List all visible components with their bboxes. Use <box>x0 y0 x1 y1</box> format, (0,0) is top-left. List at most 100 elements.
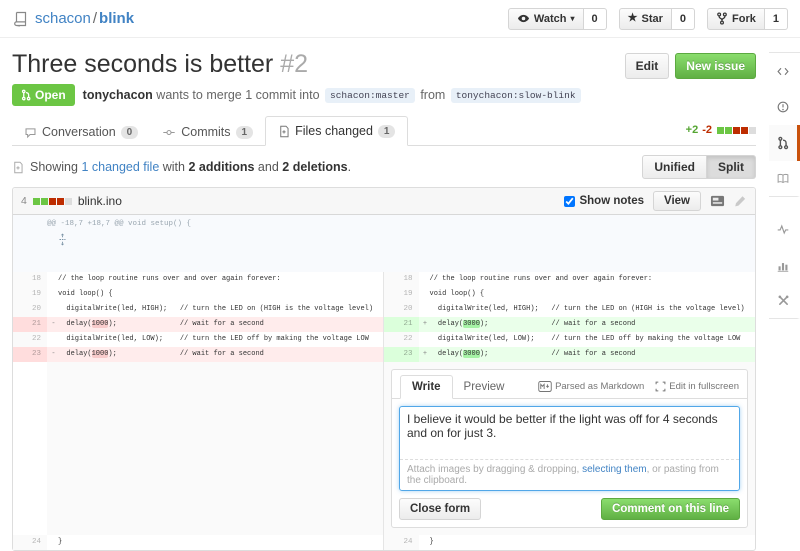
new-line-number[interactable]: 23 <box>384 347 419 362</box>
diff-row: 19 void loop() { 19 void loop() { <box>13 287 755 302</box>
rail-issues-icon[interactable] <box>769 89 800 125</box>
new-line-number[interactable]: 24 <box>384 535 419 550</box>
tab-conversation[interactable]: Conversation 0 <box>12 118 150 146</box>
old-code-line: // the loop routine runs over and over a… <box>47 272 384 287</box>
unified-view-button[interactable]: Unified <box>642 155 707 179</box>
added-code-line: + delay(3000); // wait for a second <box>419 317 756 332</box>
page-title: Three seconds is better #2 <box>12 50 308 79</box>
pr-title-text: Three seconds is better <box>12 50 273 78</box>
fullscreen-hint[interactable]: Edit in fullscreen <box>655 381 739 392</box>
changed-file-link[interactable]: 1 changed file <box>81 160 159 174</box>
star-count[interactable]: 0 <box>672 8 695 30</box>
old-code-line: void loop() { <box>47 287 384 302</box>
old-line-number[interactable]: 22 <box>13 332 47 347</box>
added-code-line: + delay(3000); // wait for a second <box>419 347 756 362</box>
repo-owner-link[interactable]: schacon <box>35 10 91 27</box>
split-diff-table: @@ -18,7 +18,7 @@ void setup() { 18 // t… <box>13 215 755 550</box>
old-line-number[interactable]: 24 <box>13 535 47 550</box>
tab-preview[interactable]: Preview <box>453 376 516 398</box>
tab-write[interactable]: Write <box>400 375 453 399</box>
unfold-icon[interactable] <box>13 215 47 272</box>
diffstat-block <box>33 198 40 205</box>
markdown-icon <box>538 381 552 392</box>
caret-down-icon: ▾ <box>570 15 574 23</box>
comment-form-hints: Parsed as Markdown Edit in fullscreen <box>538 381 739 398</box>
rail-code-icon[interactable] <box>769 53 800 89</box>
rail-graphs-icon[interactable] <box>769 247 800 283</box>
comment-icon <box>24 126 37 139</box>
rail-pulse-icon[interactable] <box>769 211 800 247</box>
old-line-number[interactable]: 18 <box>13 272 47 287</box>
new-line-number[interactable]: 21 <box>384 317 419 332</box>
comment-write-area: I believe it would be better if the ligh… <box>392 399 747 498</box>
markdown-hint[interactable]: Parsed as Markdown <box>538 381 644 392</box>
old-line-number[interactable]: 20 <box>13 302 47 317</box>
repo-separator: / <box>93 10 97 27</box>
attach-hint: Attach images by dragging & dropping, se… <box>400 459 739 490</box>
edit-file-icon[interactable] <box>734 195 747 208</box>
edit-button[interactable]: Edit <box>625 53 670 79</box>
pr-tabs: Conversation 0 Commits 1 Files changed 1… <box>12 116 756 146</box>
summary-deletions: 2 deletions <box>282 160 347 174</box>
fork-count[interactable]: 1 <box>765 8 788 30</box>
diff-icon <box>278 125 290 138</box>
new-code-line: } <box>419 535 756 550</box>
show-notes-toggle[interactable]: Show notes <box>564 195 644 207</box>
old-line-number[interactable]: 23 <box>13 347 47 362</box>
rail-pull-requests-icon[interactable] <box>769 125 800 161</box>
new-line-number[interactable]: 20 <box>384 302 419 317</box>
old-line-number[interactable]: 19 <box>13 287 47 302</box>
pull-request-icon <box>21 89 31 101</box>
rail-wiki-icon[interactable] <box>769 161 800 197</box>
diffstat-block <box>41 198 48 205</box>
pr-state-label: Open <box>35 88 66 102</box>
fork-button[interactable]: Fork <box>707 8 765 30</box>
tab-commits[interactable]: Commits 1 <box>150 118 265 146</box>
summary-text: Showing <box>30 160 81 174</box>
fork-control: Fork 1 <box>707 8 788 30</box>
new-issue-button[interactable]: New issue <box>675 53 756 79</box>
new-line-number[interactable]: 18 <box>384 272 419 287</box>
watch-button[interactable]: Watch ▾ <box>508 8 584 30</box>
old-code-line: digitalWrite(led, HIGH); // turn the LED… <box>47 302 384 317</box>
breadcrumb: schacon/blink <box>35 10 134 27</box>
inline-comment-form: Write Preview Parsed as Markdown Edit in… <box>391 369 748 528</box>
new-line-number[interactable]: 22 <box>384 332 419 347</box>
diffstat-block <box>57 198 64 205</box>
rich-diff-icon[interactable] <box>710 194 725 208</box>
watch-count[interactable]: 0 <box>584 8 607 30</box>
diffstat-block <box>49 198 56 205</box>
show-notes-checkbox[interactable] <box>564 196 575 207</box>
repo-book-icon <box>12 11 28 27</box>
diff-row-changed: 21 - delay(1000); // wait for a second 2… <box>13 317 755 332</box>
new-code-line: // the loop routine runs over and over a… <box>419 272 756 287</box>
split-view-button[interactable]: Split <box>707 155 756 179</box>
file-diffstat <box>32 194 72 208</box>
comment-textarea[interactable]: I believe it would be better if the ligh… <box>400 407 739 459</box>
old-line-number[interactable]: 21 <box>13 317 47 332</box>
diffstat-block <box>749 127 756 134</box>
new-line-number[interactable]: 19 <box>384 287 419 302</box>
main-content: Three seconds is better #2 Edit New issu… <box>0 38 800 551</box>
inline-comment-cell: Write Preview Parsed as Markdown Edit in… <box>384 362 756 535</box>
tab-files-changed[interactable]: Files changed 1 <box>265 116 408 146</box>
pr-author-link[interactable]: tonychacon <box>83 88 153 102</box>
view-file-button[interactable]: View <box>653 191 701 211</box>
rail-settings-icon[interactable] <box>769 283 800 319</box>
submit-comment-button[interactable]: Comment on this line <box>601 498 740 520</box>
attach-select-link[interactable]: selecting them <box>582 464 646 475</box>
social-buttons: Watch ▾ 0 ★ Star 0 Fork 1 <box>508 8 788 30</box>
file-header: 4 blink.ino Show notes View <box>13 188 755 215</box>
watch-control: Watch ▾ 0 <box>508 8 607 30</box>
tab-count: 0 <box>121 126 139 139</box>
star-button[interactable]: ★ Star <box>619 8 672 30</box>
close-form-button[interactable]: Close form <box>399 498 481 520</box>
head-branch-ref: tonychacon:slow-blink <box>451 88 581 103</box>
fullscreen-icon <box>655 381 666 392</box>
diff-row: 18 // the loop routine runs over and ove… <box>13 272 755 287</box>
summary-additions: 2 additions <box>188 160 254 174</box>
diffstat-summary: +2 -2 <box>686 124 756 145</box>
markdown-hint-label: Parsed as Markdown <box>555 381 644 392</box>
repo-name-link[interactable]: blink <box>99 10 134 27</box>
pr-meta: Open tonychacon wants to merge 1 commit … <box>12 84 756 106</box>
